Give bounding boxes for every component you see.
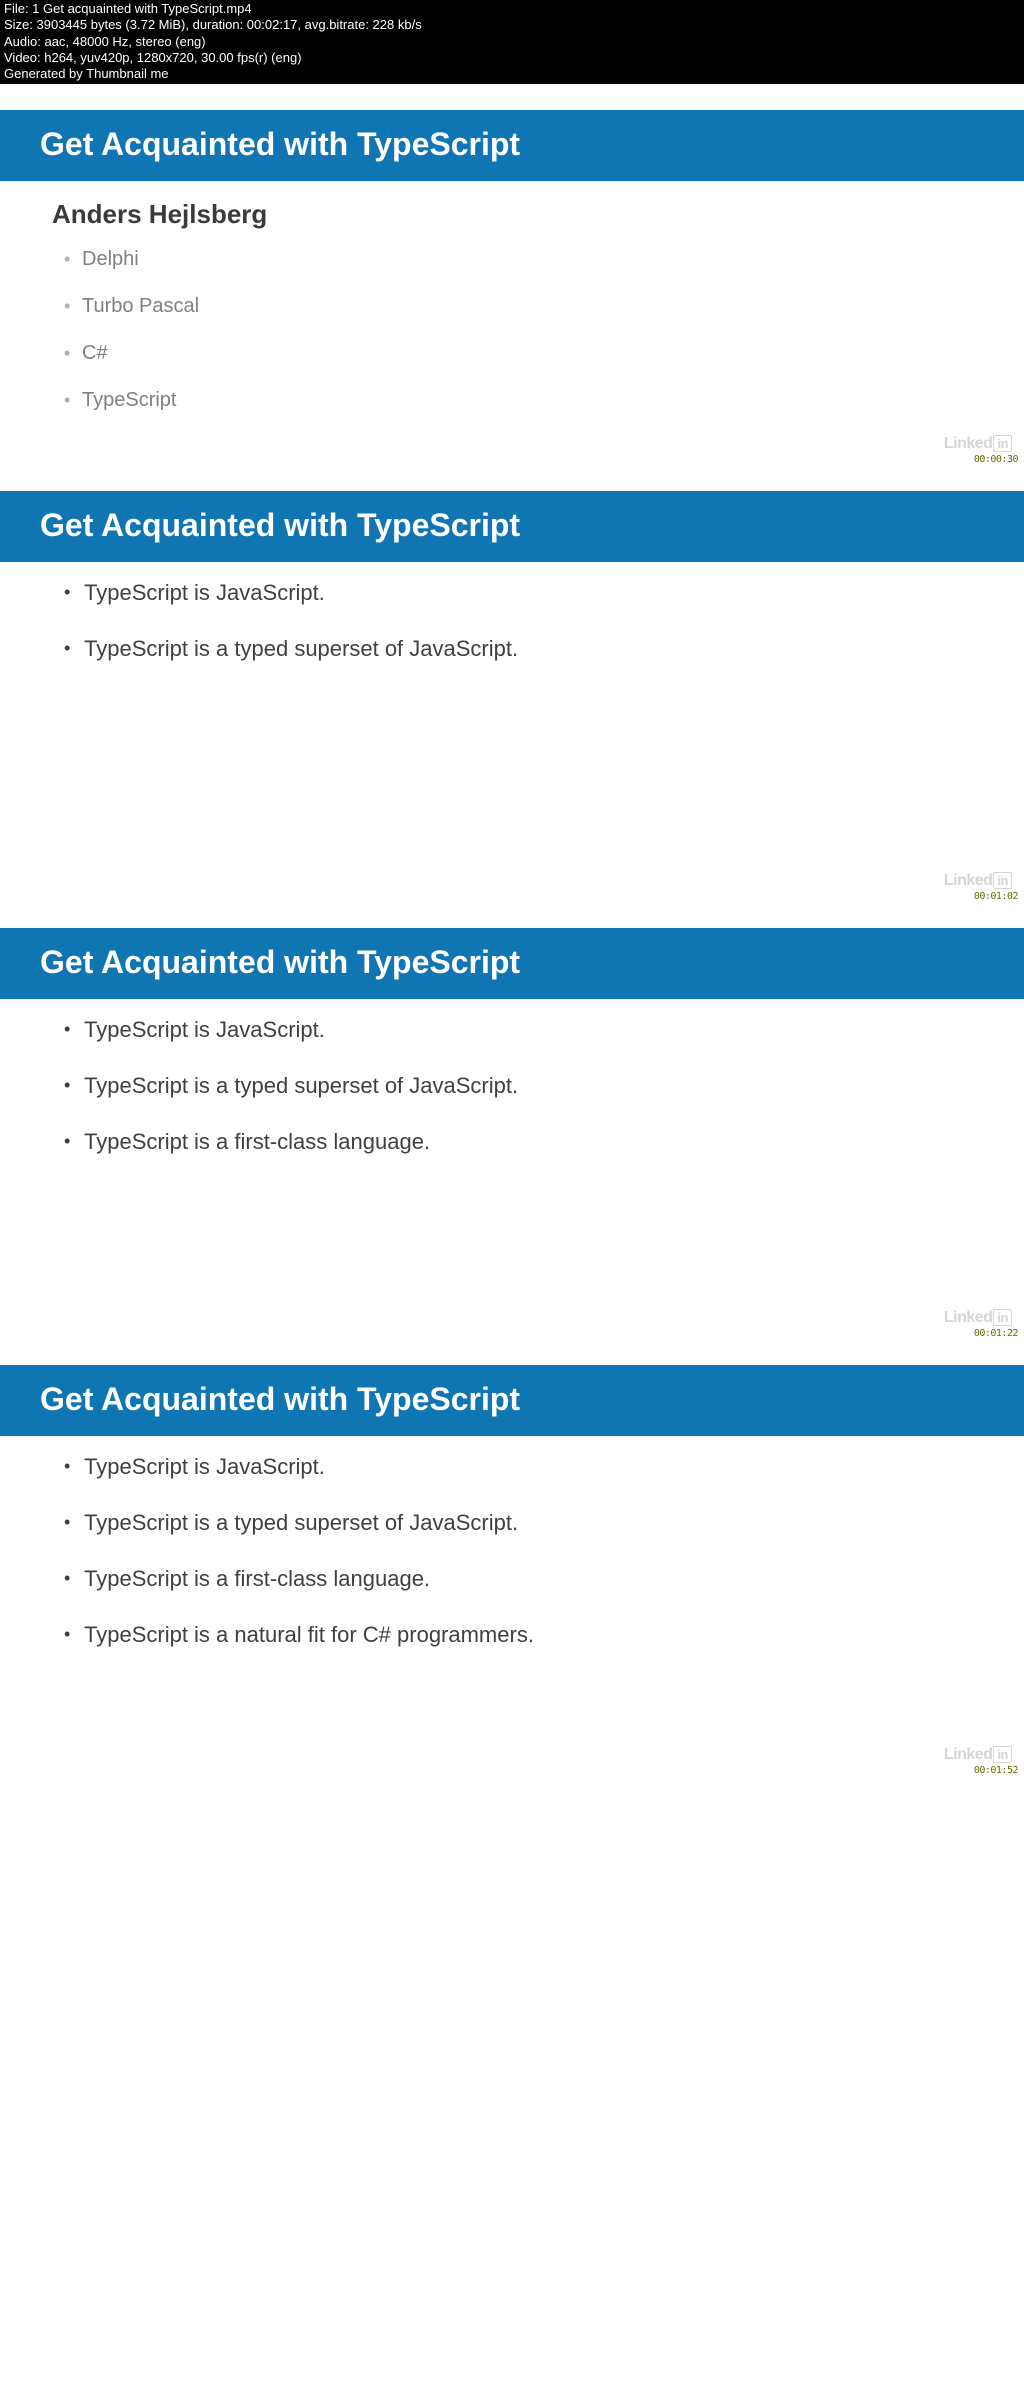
slide-body: TypeScript is JavaScript. TypeScript is … [0, 1436, 1024, 1776]
meta-video: Video: h264, yuv420p, 1280x720, 30.00 fp… [4, 50, 1020, 66]
slide-subheading: Anders Hejlsberg [52, 199, 976, 230]
bullet-item: C# [64, 342, 976, 365]
linkedin-watermark-icon: Linkedin [944, 872, 1012, 890]
meta-audio: Audio: aac, 48000 Hz, stereo (eng) [4, 34, 1020, 50]
bullet-item: TypeScript is a first-class language. [64, 1129, 976, 1155]
slide-timestamp: 00:01:52 [974, 1765, 1018, 1776]
bullet-item: Delphi [64, 248, 976, 271]
bullet-item: TypeScript is a natural fit for C# progr… [64, 1622, 976, 1648]
bullet-item: TypeScript is a typed superset of JavaSc… [64, 1510, 976, 1536]
bullet-list: TypeScript is JavaScript. TypeScript is … [48, 1454, 976, 1648]
slide-4: Get Acquainted with TypeScript TypeScrip… [0, 1365, 1024, 1776]
slide-3: Get Acquainted with TypeScript TypeScrip… [0, 928, 1024, 1339]
slide-body: TypeScript is JavaScript. TypeScript is … [0, 562, 1024, 902]
bullet-list: Delphi Turbo Pascal C# TypeScript [48, 248, 976, 412]
slide-body: Anders Hejlsberg Delphi Turbo Pascal C# … [0, 181, 1024, 465]
watermark-brand1: Linked [944, 435, 993, 452]
watermark-brand2: in [993, 435, 1012, 452]
slide-body: TypeScript is JavaScript. TypeScript is … [0, 999, 1024, 1339]
bullet-item: Turbo Pascal [64, 295, 976, 318]
slide-title: Get Acquainted with TypeScript [0, 110, 1024, 181]
bullet-item: TypeScript is a typed superset of JavaSc… [64, 636, 976, 662]
slide-title: Get Acquainted with TypeScript [0, 928, 1024, 999]
linkedin-watermark-icon: Linkedin [944, 1746, 1012, 1764]
slide-timestamp: 00:01:22 [974, 1328, 1018, 1339]
bullet-item: TypeScript is a first-class language. [64, 1566, 976, 1592]
slide-title: Get Acquainted with TypeScript [0, 1365, 1024, 1436]
watermark-brand1: Linked [944, 1746, 993, 1763]
watermark-brand1: Linked [944, 872, 993, 889]
bullet-list: TypeScript is JavaScript. TypeScript is … [48, 1017, 976, 1155]
bullet-item: TypeScript is JavaScript. [64, 1017, 976, 1043]
bullet-item: TypeScript is JavaScript. [64, 580, 976, 606]
meta-generated: Generated by Thumbnail me [4, 66, 1020, 82]
slide-1: Get Acquainted with TypeScript Anders He… [0, 110, 1024, 465]
bullet-item: TypeScript is JavaScript. [64, 1454, 976, 1480]
meta-file: File: 1 Get acquainted with TypeScript.m… [4, 1, 1020, 17]
spacer [0, 465, 1024, 491]
spacer [0, 1339, 1024, 1365]
linkedin-watermark-icon: Linkedin [944, 435, 1012, 453]
bullet-item: TypeScript [64, 389, 976, 412]
meta-size: Size: 3903445 bytes (3.72 MiB), duration… [4, 17, 1020, 33]
slide-timestamp: 00:00:30 [974, 454, 1018, 465]
file-metadata-header: File: 1 Get acquainted with TypeScript.m… [0, 0, 1024, 84]
watermark-brand1: Linked [944, 1309, 993, 1326]
linkedin-watermark-icon: Linkedin [944, 1309, 1012, 1327]
bullet-item: TypeScript is a typed superset of JavaSc… [64, 1073, 976, 1099]
slide-timestamp: 00:01:02 [974, 891, 1018, 902]
spacer [0, 84, 1024, 110]
slide-title: Get Acquainted with TypeScript [0, 491, 1024, 562]
bullet-list: TypeScript is JavaScript. TypeScript is … [48, 580, 976, 662]
watermark-brand2: in [993, 1746, 1012, 1763]
watermark-brand2: in [993, 872, 1012, 889]
spacer [0, 902, 1024, 928]
watermark-brand2: in [993, 1309, 1012, 1326]
slide-2: Get Acquainted with TypeScript TypeScrip… [0, 491, 1024, 902]
